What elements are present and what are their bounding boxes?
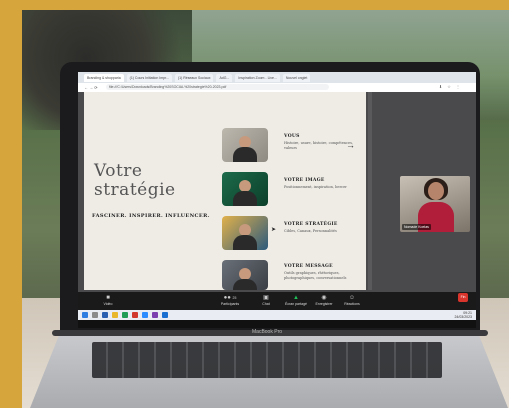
- slide-title-line: Votre: [94, 161, 143, 181]
- system-tray-clock[interactable]: 09:21 24/03/2023: [454, 311, 472, 319]
- browser-tab[interactable]: Nouvel onglet: [282, 73, 311, 82]
- camera-icon: ■: [106, 295, 110, 301]
- chat-label: Chat: [262, 302, 270, 306]
- participant-video-tile[interactable]: Nomade Koelas: [400, 176, 470, 232]
- zoom-icon[interactable]: [142, 312, 148, 318]
- reactions-label: Réactions: [344, 302, 360, 306]
- section-photo: [222, 172, 268, 206]
- section-description: Cibles, Canaux, Personnalités: [284, 229, 337, 233]
- zoom-toolbar: ■ Vidéo ●● 25 Participants ▣ Chat ▲ Écra…: [78, 292, 476, 310]
- section-heading: VOTRE STRATÉGIE: [284, 222, 338, 227]
- section-heading: VOUS: [284, 134, 300, 139]
- pdf-page: Votre stratégie FASCINER. INSPIRER. INFL…: [84, 92, 366, 290]
- browser-tab[interactable]: Branding & shopparia: [84, 73, 124, 82]
- video-label: Vidéo: [103, 302, 113, 306]
- windows-taskbar: 09:21 24/03/2023: [78, 310, 476, 320]
- browser-nav-icons[interactable]: ← → ⟳: [84, 85, 98, 90]
- chat-bubble-icon: ▣: [263, 295, 269, 301]
- laptop-keyboard: [92, 342, 442, 378]
- app-icon[interactable]: [132, 312, 138, 318]
- participant-name: Nomade Koelas: [402, 224, 431, 230]
- slide-section: VOTRE MESSAGE Outils graphiques, rhétori…: [284, 264, 364, 281]
- section-heading: VOTRE IMAGE: [284, 178, 325, 183]
- outlook-icon[interactable]: [162, 312, 168, 318]
- record-label: Enregistrer: [315, 302, 333, 306]
- browser-tab[interactable]: (1) Réseaux Sociaux: [174, 73, 214, 82]
- slide-title: Votre stratégie: [94, 162, 176, 200]
- share-screen-icon: ▲: [293, 295, 299, 301]
- mouse-cursor-icon: ➤: [271, 227, 277, 233]
- chat-button[interactable]: ▣ Chat: [254, 294, 278, 306]
- participants-count: 25: [232, 296, 237, 300]
- browser-tab[interactable]: Inspiration Zoom - Live...: [235, 73, 280, 82]
- section-description: Outils graphiques, rhétoriques, photogra…: [284, 271, 347, 280]
- share-screen-label: Écran partagé: [285, 302, 307, 306]
- section-photo: [222, 128, 268, 162]
- search-icon[interactable]: [92, 312, 98, 318]
- browser-tab-strip: Branding & shopparia (1) Cours Initiatio…: [78, 72, 476, 83]
- laptop-screen: Branding & shopparia (1) Cours Initiatio…: [78, 72, 476, 328]
- section-photo: [222, 216, 268, 250]
- end-meeting-button[interactable]: Fin: [458, 293, 468, 302]
- pdf-scrollbar[interactable]: [368, 92, 372, 290]
- browser-extension-icons[interactable]: ⬇ ☆ ⋮: [439, 84, 462, 89]
- clock-date: 24/03/2023: [454, 315, 472, 319]
- record-button[interactable]: ◉ Enregistrer: [312, 294, 336, 306]
- participants-button[interactable]: ●● 25 Participants: [218, 294, 242, 306]
- arrow-right-icon: →: [346, 140, 355, 150]
- file-explorer-icon[interactable]: [112, 312, 118, 318]
- chrome-icon[interactable]: [122, 312, 128, 318]
- section-description: Positionnement, inspiration, bercer: [284, 185, 347, 189]
- section-heading: VOTRE MESSAGE: [284, 264, 333, 269]
- device-brand-label: MacBook Pro: [252, 329, 283, 335]
- people-icon: ●● 25: [223, 295, 237, 301]
- reactions-icon: ☺: [348, 295, 356, 301]
- slide-section: VOTRE STRATÉGIE Cibles, Canaux, Personna…: [284, 222, 364, 234]
- browser-tab[interactable]: AdG...: [216, 73, 233, 82]
- share-screen-button[interactable]: ▲ Écran partagé: [284, 294, 308, 306]
- address-bar[interactable]: file:///C:/Users/Downloads/Branding%20SO…: [106, 84, 329, 90]
- record-icon: ◉: [321, 295, 327, 301]
- browser-tab[interactable]: (1) Cours Initiation Impr...: [126, 73, 172, 82]
- section-photo: [222, 260, 268, 290]
- video-button[interactable]: ■ Vidéo: [96, 294, 120, 306]
- slide-section: VOTRE IMAGE Positionnement, inspiration,…: [284, 178, 364, 190]
- taskview-icon[interactable]: [102, 312, 108, 318]
- slide-subtitle: FASCINER. INSPIRER. INFLUENCER.: [92, 213, 210, 219]
- windows-start-icon[interactable]: [82, 312, 88, 318]
- slide-title-line: stratégie: [94, 180, 176, 200]
- pdf-viewer: Votre stratégie FASCINER. INSPIRER. INFL…: [78, 92, 476, 292]
- participants-label: Participants: [220, 302, 240, 306]
- reactions-button[interactable]: ☺ Réactions: [340, 294, 364, 306]
- app-icon[interactable]: [152, 312, 158, 318]
